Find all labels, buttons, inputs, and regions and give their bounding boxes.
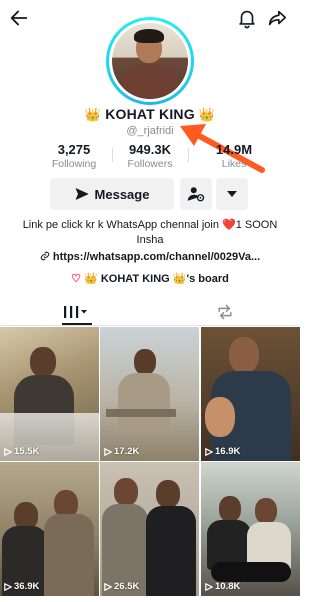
send-icon [75, 188, 88, 200]
action-buttons: Message [0, 178, 300, 210]
stat-followers[interactable]: 949.3K Followers [110, 142, 190, 171]
board-icon: ♡ [71, 273, 82, 285]
username: @_rjafridi [126, 125, 174, 137]
avatar-story-ring[interactable] [106, 17, 194, 105]
display-name: 👑 KOHAT KING 👑 [0, 104, 300, 124]
followers-label: Followers [127, 158, 173, 170]
video-thumbnail[interactable]: 36.9K [0, 462, 99, 596]
crown-emoji-right: 👑 [198, 107, 216, 122]
triangle-down-icon [227, 191, 237, 197]
stat-likes[interactable]: 14.9M Likes [194, 142, 274, 171]
following-label: Following [51, 158, 97, 170]
video-thumbnail[interactable]: 26.5K [100, 462, 199, 596]
view-count: 10.8K [205, 581, 240, 592]
likes-label: Likes [221, 158, 247, 170]
grid-icon [64, 306, 87, 318]
board-crown-right: 👑 [172, 273, 187, 285]
bio-line: Link pe click kr k WhatsApp chennal join [22, 219, 223, 231]
add-friend-button[interactable] [180, 178, 212, 210]
followers-count: 949.3K [129, 142, 171, 157]
more-options-button[interactable] [216, 178, 248, 210]
active-tab-indicator [62, 323, 92, 325]
video-thumbnail[interactable]: 16.9K [201, 327, 300, 461]
link-icon [40, 251, 50, 261]
video-thumbnail[interactable]: 10.8K [201, 462, 300, 596]
message-button[interactable]: Message [50, 178, 174, 210]
bio-link[interactable]: https://whatsapp.com/channel/0029Va... [16, 250, 284, 265]
heart-emoji: ❤️ [222, 219, 236, 231]
video-grid: 15.5K 17.2K 16.9K 36.9K 26.5K 10.8K [0, 327, 300, 602]
board-link[interactable]: ♡ 👑 KOHAT KING 👑's board [0, 272, 300, 287]
play-icon [4, 447, 12, 456]
content-tabs [0, 298, 300, 326]
video-thumbnail[interactable]: 17.2K [100, 327, 199, 461]
play-icon [104, 447, 112, 456]
view-count: 36.9K [4, 581, 39, 592]
play-icon [4, 582, 12, 591]
person-add-icon [187, 187, 205, 202]
video-thumbnail[interactable]: 15.5K [0, 327, 99, 461]
display-name-text: KOHAT KING [105, 106, 195, 122]
share-icon[interactable] [266, 7, 288, 29]
bio-link-text: https://whatsapp.com/channel/0029Va... [52, 251, 261, 263]
play-icon [205, 582, 213, 591]
stat-following[interactable]: 3,275 Following [34, 142, 114, 171]
likes-count: 14.9M [215, 142, 253, 157]
profile-stats: 3,275 Following 949.3K Followers 14.9M L… [0, 142, 300, 172]
board-crown-left: 👑 [84, 273, 98, 285]
board-suffix: 's board [186, 273, 229, 285]
divider [188, 148, 189, 162]
view-count: 15.5K [4, 446, 39, 457]
view-count: 16.9K [205, 446, 240, 457]
following-count: 3,275 [57, 142, 91, 157]
view-count: 26.5K [104, 581, 139, 592]
board-name: KOHAT KING [97, 273, 173, 285]
repost-icon [218, 304, 232, 320]
view-count: 17.2K [104, 446, 139, 457]
bell-icon[interactable] [236, 7, 258, 29]
tab-reposts[interactable] [150, 298, 300, 326]
avatar [112, 23, 188, 99]
play-icon [205, 447, 213, 456]
message-button-label: Message [94, 186, 150, 202]
back-arrow-icon[interactable] [8, 7, 30, 29]
bio-text: Link pe click kr k WhatsApp chennal join… [16, 218, 284, 248]
crown-emoji-left: 👑 [84, 107, 102, 122]
play-icon [104, 582, 112, 591]
tab-videos[interactable] [0, 298, 150, 326]
